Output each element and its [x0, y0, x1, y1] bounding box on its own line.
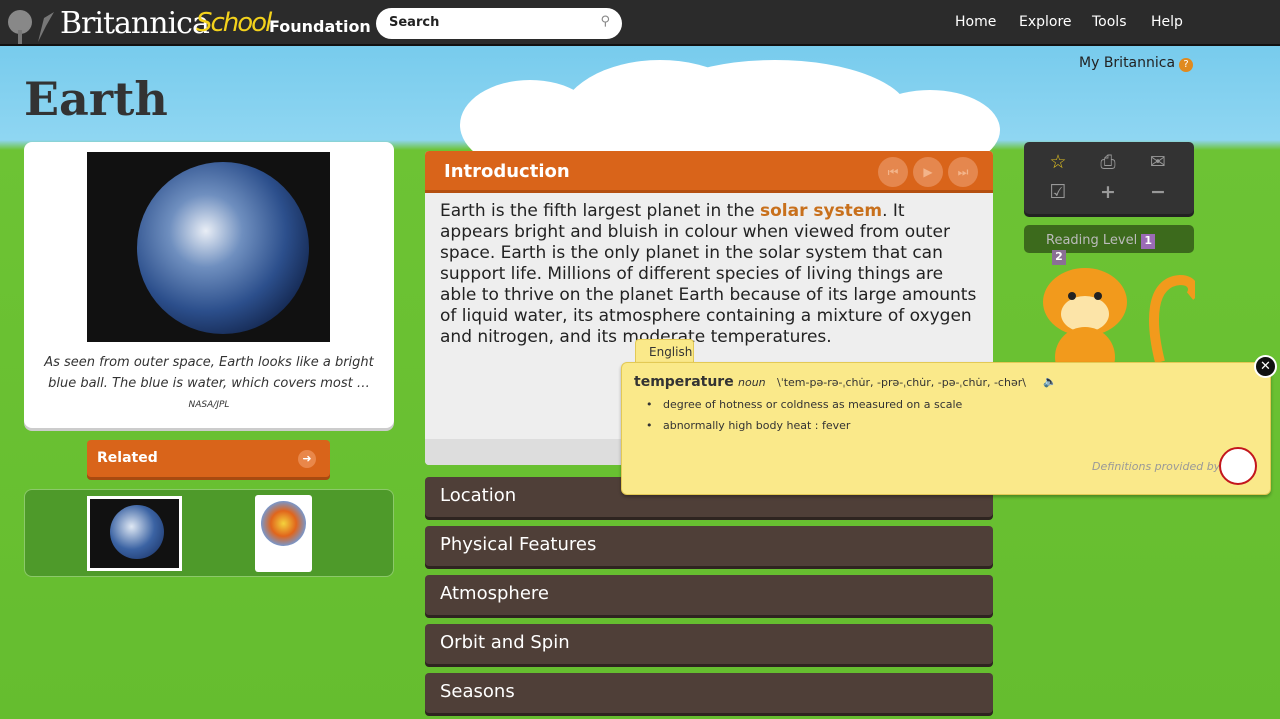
arrow-right-icon: ➜ — [298, 450, 316, 468]
skip-forward-icon[interactable]: ⏭ — [948, 157, 978, 187]
my-britannica-link[interactable]: My Britannica? — [1079, 55, 1194, 72]
thistle-logo-icon — [8, 10, 54, 44]
definition-word: temperature — [634, 374, 734, 390]
search-icon[interactable]: ⚲ — [600, 14, 610, 29]
definition-text: abnormally high body heat : fever — [662, 419, 851, 432]
dictionary-popup: temperature noun \ˈtem-pə-rə-ˌchu̇r, -pr… — [621, 362, 1271, 495]
thumbnail-earth-layers[interactable] — [255, 495, 312, 572]
star-icon[interactable]: ☆ — [1046, 151, 1070, 173]
part-of-speech: noun — [738, 376, 766, 389]
search-placeholder: Search — [389, 15, 440, 30]
provided-by-label: Definitions provided by — [1092, 460, 1221, 473]
brand-script: School — [196, 8, 272, 38]
page-title: Earth — [24, 72, 168, 126]
brand-name[interactable]: Britannica — [60, 6, 210, 41]
text: Earth is the fifth largest planet in the — [440, 201, 760, 221]
section-physical-features[interactable]: Physical Features — [425, 526, 993, 566]
image-credit: NASA/JPL — [188, 400, 230, 410]
level-1-button[interactable]: 1 — [1141, 234, 1156, 249]
tools-panel: ☆ ⎙ ✉ ☑ + − — [1024, 142, 1194, 214]
nav-home[interactable]: Home — [955, 14, 996, 30]
image-caption: As seen from outer space, Earth looks li… — [44, 355, 374, 391]
reading-level: Reading Level 12 — [1024, 225, 1194, 265]
help-icon[interactable]: ? — [1179, 58, 1194, 72]
edition-label: Foundation — [269, 17, 371, 36]
speaker-icon[interactable]: 🔈 — [1043, 375, 1057, 388]
section-orbit-and-spin[interactable]: Orbit and Spin — [425, 624, 993, 664]
thumbnail-earth[interactable] — [87, 496, 182, 571]
section-atmosphere[interactable]: Atmosphere — [425, 575, 993, 615]
earth-image[interactable] — [87, 152, 330, 342]
merriam-webster-logo[interactable] — [1219, 447, 1257, 485]
close-icon[interactable]: ✕ — [1254, 355, 1277, 378]
plus-icon[interactable]: + — [1096, 181, 1120, 203]
related-button[interactable]: Related ➜ — [87, 440, 330, 477]
definition-item: • degree of hotness or coldness as measu… — [646, 398, 963, 411]
article-text: Earth is the fifth largest planet in the… — [425, 193, 993, 356]
checkbox-icon[interactable]: ☑ — [1046, 181, 1070, 203]
my-britannica-label: My Britannica — [1079, 55, 1176, 71]
related-label: Related — [97, 450, 158, 466]
solar-system-link[interactable]: solar system — [760, 201, 882, 221]
tiger-mascot — [1043, 268, 1195, 362]
print-icon[interactable]: ⎙ — [1096, 151, 1120, 173]
skip-back-icon[interactable]: ⏮ — [878, 157, 908, 187]
email-icon[interactable]: ✉ — [1146, 151, 1170, 173]
nav-tools[interactable]: Tools — [1092, 14, 1127, 30]
reading-level-label: Reading Level — [1046, 233, 1138, 248]
text: . It appears bright and bluish in colour… — [440, 201, 977, 347]
definition-text: degree of hotness or coldness as measure… — [662, 398, 963, 411]
play-icon[interactable]: ▶ — [913, 157, 943, 187]
section-seasons[interactable]: Seasons — [425, 673, 993, 713]
pronunciation: \ˈtem-pə-rə-ˌchu̇r, -prə-ˌchu̇r, -pə-ˌch… — [777, 376, 1026, 389]
nav-help[interactable]: Help — [1151, 14, 1183, 30]
media-card: As seen from outer space, Earth looks li… — [24, 142, 394, 428]
top-bar: Britannica School Foundation Search ⚲ Hom… — [0, 0, 1280, 46]
search-input[interactable]: Search ⚲ — [376, 8, 622, 39]
minus-icon[interactable]: − — [1146, 181, 1170, 203]
definition-item: • abnormally high body heat : fever — [646, 419, 851, 432]
thumbnail-strip — [24, 489, 394, 577]
nav-explore[interactable]: Explore — [1019, 14, 1072, 30]
